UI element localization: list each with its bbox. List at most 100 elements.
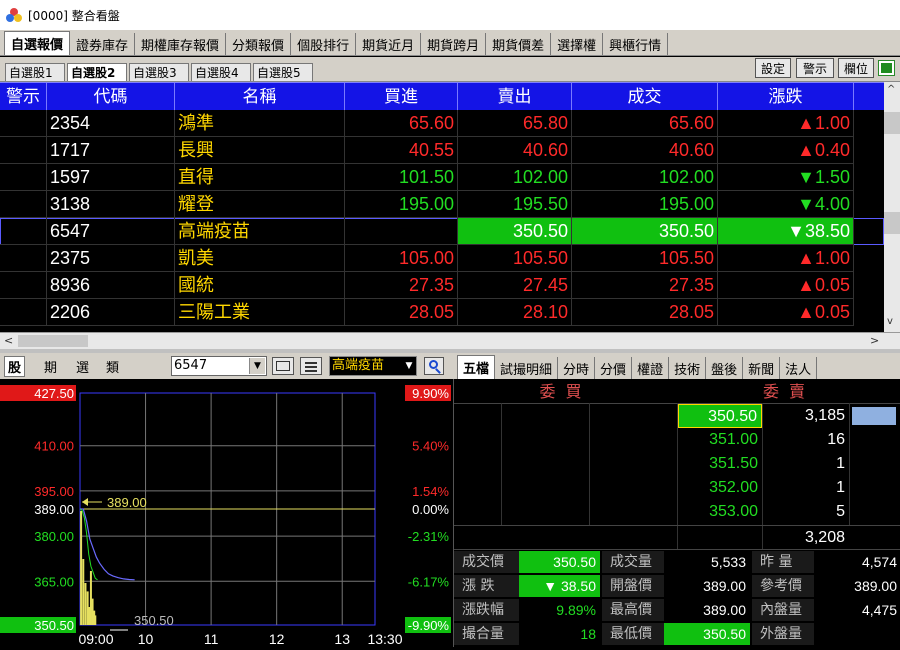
column-header[interactable]: 買進 — [345, 83, 458, 111]
table-row[interactable]: 3138 耀登 195.00 195.50 195.00 ▼4.00 — [0, 191, 884, 218]
column-header[interactable]: 賣出 — [458, 83, 572, 111]
table-row[interactable]: 2206 三陽工業 28.05 28.10 28.05 ▲0.05 — [0, 299, 884, 326]
columns-button[interactable]: 欄位 — [838, 58, 874, 78]
detail-tab[interactable]: 盤後 — [706, 357, 744, 379]
main-tab[interactable]: 興櫃行情 — [603, 33, 669, 55]
watchlist-tab[interactable]: 自選股1 — [5, 63, 65, 81]
table-cell-name: 鴻準 — [175, 110, 345, 137]
table-row[interactable]: 1597 直得 101.50 102.00 102.00 ▼1.50 — [0, 164, 884, 191]
ask-header: 委賣 — [762, 382, 815, 401]
column-header[interactable]: 警示 — [0, 83, 47, 111]
main-tab-bar: 自選報價 證券庫存 期權庫存報價 分類報價 個股排行 期貨近月 期貨跨月 期貨價差 選擇權 興櫃行… — [0, 30, 900, 56]
table-cell-alert — [0, 191, 47, 218]
table-cell-last: 28.05 — [572, 299, 718, 326]
ask-volume: 1 — [836, 455, 845, 472]
column-header[interactable]: 代碼 — [47, 83, 175, 111]
reference-price-label: 389.00 — [107, 495, 147, 510]
table-row[interactable]: 2354 鴻準 65.60 65.80 65.60 ▲1.00 — [0, 110, 884, 137]
detail-tab[interactable]: 技術 — [669, 357, 707, 379]
table-cell-ask: 102.00 — [458, 164, 572, 191]
settings-button[interactable]: 設定 — [755, 58, 791, 78]
table-row[interactable]: 6547 高端疫苗 350.50 350.50 ▼38.50 — [0, 218, 884, 245]
info-value: 4,475 — [861, 602, 897, 618]
watchlist-tab[interactable]: 自選股3 — [129, 63, 189, 81]
watchlist-tab[interactable]: 自選股5 — [253, 63, 313, 81]
table-cell-ask: 28.10 — [458, 299, 572, 326]
chevron-down-icon[interactable]: ▼ — [403, 358, 415, 374]
info-label: 最高價 — [602, 599, 664, 621]
main-tab[interactable]: 期權庫存報價 — [135, 33, 227, 55]
quote-table: 警示 代碼 名稱 買進 賣出 成交 漲跌 2354 鴻準 65.60 65.80 65.60 ▲1.0… — [0, 82, 900, 332]
table-cell-alert — [0, 137, 47, 164]
detail-tab[interactable]: 權證 — [632, 357, 670, 379]
detail-tab[interactable]: 法人 — [780, 357, 818, 379]
window-title: [0000] 整合看盤 — [28, 8, 120, 23]
chart-window-icon[interactable] — [272, 357, 294, 375]
detail-tab[interactable]: 試撮明細 — [495, 357, 559, 379]
stock-name-select[interactable]: 高端疫苗 ▼ — [329, 356, 417, 376]
table-cell-last: 105.50 — [572, 245, 718, 272]
main-tab[interactable]: 證券庫存 — [70, 33, 136, 55]
column-header[interactable]: 漲跌 — [718, 83, 854, 111]
detail-tab[interactable]: 五檔 — [457, 355, 496, 379]
main-tab[interactable]: 期貨跨月 — [421, 33, 487, 55]
info-value: 5,533 — [710, 554, 746, 570]
list-toggle-icon[interactable] — [300, 357, 322, 375]
detail-tab[interactable]: 新聞 — [743, 357, 781, 379]
info-label: 漲跌幅 — [454, 599, 519, 621]
excel-export-icon[interactable] — [878, 60, 895, 76]
y-tick-label-right: 9.90% — [412, 386, 449, 401]
ask-volume: 1 — [836, 479, 845, 496]
main-tab[interactable]: 期貨近月 — [356, 33, 422, 55]
info-label: 最低價 — [602, 623, 664, 645]
table-cell-last: 195.00 — [572, 191, 718, 218]
table-cell-change: ▼1.50 — [718, 164, 854, 191]
table-cell-bid: 27.35 — [345, 272, 458, 299]
column-header[interactable]: 名稱 — [175, 83, 345, 111]
main-tab[interactable]: 個股排行 — [291, 33, 357, 55]
detail-tab[interactable]: 分價 — [595, 357, 633, 379]
ask-price[interactable]: 353.00 — [678, 500, 762, 524]
x-tick-label: 13 — [334, 631, 350, 647]
alert-button[interactable]: 警示 — [796, 58, 834, 78]
table-row[interactable]: 2375 凱美 105.00 105.50 105.50 ▲1.00 — [0, 245, 884, 272]
detail-tab[interactable]: 分時 — [558, 357, 596, 379]
table-cell-ask: 105.50 — [458, 245, 572, 272]
tab-futures[interactable]: 期 — [44, 357, 57, 376]
info-value — [814, 623, 900, 645]
table-row[interactable]: 1717 長興 40.55 40.60 40.60 ▲0.40 — [0, 137, 884, 164]
order-book: 委買 委賣 350.50 3,185 351.00 16 351.50 1 352.00 1 3… — [453, 379, 900, 647]
ask-price[interactable]: 351.00 — [678, 428, 762, 452]
table-cell-ask: 195.50 — [458, 191, 572, 218]
table-cell-alert — [0, 299, 47, 326]
x-tick-label: 10 — [138, 631, 154, 647]
table-cell-ask: 350.50 — [458, 218, 572, 245]
tab-stock[interactable]: 股 — [4, 356, 26, 377]
tab-options[interactable]: 選 — [76, 357, 89, 376]
ask-price[interactable]: 351.50 — [678, 452, 762, 476]
search-icon[interactable] — [424, 357, 444, 375]
info-value: ▼ 38.50 — [519, 575, 600, 597]
info-label: 漲 跌 — [454, 575, 519, 597]
tab-category[interactable]: 類 — [106, 357, 119, 376]
watchlist-tab[interactable]: 自選股2 — [67, 63, 127, 81]
ask-price[interactable]: 352.00 — [678, 476, 762, 500]
info-value: 9.89% — [556, 602, 596, 618]
column-header[interactable]: 成交 — [572, 83, 718, 111]
main-tab[interactable]: 選擇權 — [551, 33, 604, 55]
table-cell-ask: 40.60 — [458, 137, 572, 164]
quote-table-vertical-scrollbar[interactable]: ^ v — [884, 82, 900, 332]
stock-code-input[interactable]: 6547 ▼ — [171, 356, 267, 376]
chevron-down-icon[interactable]: ▼ — [249, 358, 265, 374]
low-price-label: 350.50 — [134, 613, 174, 628]
title-bar: [0000] 整合看盤 — [0, 0, 900, 30]
table-row[interactable]: 8936 國統 27.35 27.45 27.35 ▲0.05 — [0, 272, 884, 299]
main-tab[interactable]: 自選報價 — [4, 31, 71, 55]
main-tab[interactable]: 期貨價差 — [486, 33, 552, 55]
info-label: 內盤量 — [752, 599, 814, 621]
main-tab[interactable]: 分類報價 — [226, 33, 292, 55]
quote-table-horizontal-scrollbar[interactable]: < > — [0, 332, 900, 349]
watchlist-tab[interactable]: 自選股4 — [191, 63, 251, 81]
table-cell-name: 直得 — [175, 164, 345, 191]
ask-price[interactable]: 350.50 — [678, 404, 762, 428]
